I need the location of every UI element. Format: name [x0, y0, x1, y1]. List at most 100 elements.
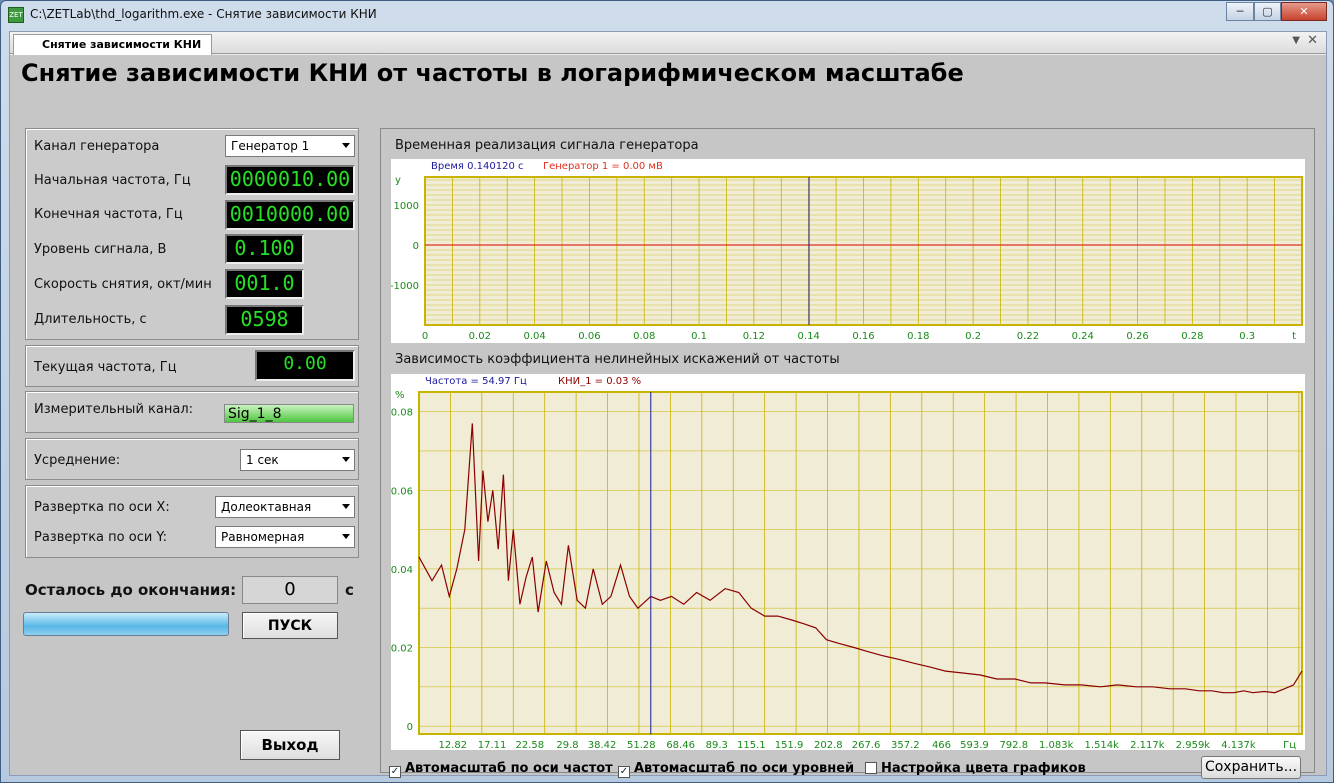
x-tick-label: 0.04 — [523, 331, 545, 342]
x-tick-label: 0 — [422, 331, 428, 342]
app-window: ZET C:\ZETLab\thd_logarithm.exe - Снятие… — [0, 0, 1334, 783]
x-tick-label: 1.083k — [1039, 740, 1074, 750]
remaining-unit: с — [345, 581, 354, 599]
end-freq-label: Конечная частота, Гц — [34, 207, 183, 222]
x-tick-label: 0.2 — [965, 331, 981, 342]
x-tick-label: 357.2 — [891, 740, 920, 750]
time-signal-chart[interactable]: 0 0.02 0.04 0.06 0.08 0.1 0.12 0.14 0.16 0.18 0.2 0… — [391, 159, 1305, 343]
x-sweep-label: Развертка по оси X: — [34, 500, 170, 515]
x-tick-label: 38.42 — [588, 740, 617, 750]
x-tick-label: 0.08 — [633, 331, 655, 342]
sweep-rate-field[interactable]: 001.0 — [225, 269, 304, 299]
averaging-select[interactable]: 1 сек — [240, 449, 355, 471]
x-tick-label: 12.82 — [438, 740, 467, 750]
y-sweep-select[interactable]: Равномерная — [215, 526, 355, 548]
y-sweep-value: Равномерная — [221, 530, 305, 544]
x-sweep-select[interactable]: Долеоктавная — [215, 496, 355, 518]
tab-close-icon[interactable]: ✕ — [1307, 33, 1318, 48]
x-tick-label: 0.3 — [1239, 331, 1255, 342]
check-icon: ✓ — [389, 766, 401, 778]
duration-field[interactable]: 0598 — [225, 305, 304, 335]
minimize-button[interactable]: ─ — [1226, 2, 1254, 21]
x-tick-label: 115.1 — [737, 740, 766, 750]
save-button[interactable]: Сохранить... — [1201, 756, 1301, 779]
duration-label: Длительность, с — [34, 312, 147, 327]
graph-colors-checkbox[interactable]: Настройка цвета графиков — [865, 761, 1086, 776]
x-axis-label: t — [1292, 331, 1296, 342]
x-tick-label: 29.8 — [556, 740, 578, 750]
autoscale-level-checkbox[interactable]: ✓ Автомасштаб по оси уровней — [618, 761, 854, 778]
current-freq-display: 0.00 — [255, 350, 355, 381]
main-panel: Снятие зависимости КНИ от частоты в лога… — [10, 55, 1326, 779]
x-tick-label: 0.14 — [798, 331, 820, 342]
series-readout: КНИ_1 = 0.03 % — [558, 376, 641, 387]
client-area: Снятие зависимости КНИ ▼ ✕ Снятие зависи… — [9, 31, 1327, 779]
page-title: Снятие зависимости КНИ от частоты в лога… — [21, 59, 964, 87]
close-button[interactable]: ✕ — [1281, 2, 1327, 21]
cursor-readout: Частота = 54.97 Гц — [425, 376, 527, 387]
measure-channel-selector[interactable]: Sig_1_8 — [224, 404, 354, 423]
x-tick-label: 0.16 — [852, 331, 874, 342]
checkbox-empty-icon — [865, 762, 877, 774]
graph-colors-label: Настройка цвета графиков — [881, 761, 1086, 776]
end-freq-field[interactable]: 0010000.00 — [225, 200, 355, 230]
remaining-label: Осталось до окончания: — [25, 581, 237, 599]
generator-channel-label: Канал генератора — [34, 139, 160, 154]
x-tick-label: 202.8 — [814, 740, 843, 750]
x-axis-label: Гц — [1283, 740, 1296, 750]
start-freq-label: Начальная частота, Гц — [34, 173, 191, 188]
y-tick-label: 0.04 — [391, 565, 413, 576]
x-tick-label: 68.46 — [666, 740, 695, 750]
tab-strip: Снятие зависимости КНИ ▼ ✕ — [10, 32, 1326, 55]
y-axis-label: % — [395, 390, 405, 401]
x-tick-label: 792.8 — [999, 740, 1028, 750]
x-tick-label: 4.137k — [1221, 740, 1256, 750]
y-tick-label: 0.02 — [391, 644, 413, 655]
maximize-button[interactable]: ▢ — [1254, 2, 1281, 21]
x-tick-label: 2.959k — [1176, 740, 1211, 750]
chevron-down-icon — [342, 143, 350, 148]
exit-button[interactable]: Выход — [240, 730, 340, 760]
remaining-value: 0 — [242, 576, 338, 604]
x-tick-label: 0.06 — [578, 331, 600, 342]
x-tick-label: 0.1 — [691, 331, 707, 342]
averaging-value: 1 сек — [246, 453, 279, 467]
generator-channel-select[interactable]: Генератор 1 — [225, 135, 355, 157]
y-tick-label: 0 — [413, 241, 419, 252]
tab-thd-measurement[interactable]: Снятие зависимости КНИ — [13, 34, 213, 55]
x-tick-label: 593.9 — [960, 740, 989, 750]
y-tick-label: 0.06 — [391, 486, 413, 497]
y-sweep-label: Развертка по оси Y: — [34, 530, 168, 545]
generator-settings-group: Канал генератора Генератор 1 Начальная ч… — [25, 128, 359, 340]
x-tick-label: 0.24 — [1072, 331, 1094, 342]
plot-area — [418, 391, 1303, 735]
x-tick-label: 2.117k — [1130, 740, 1165, 750]
x-tick-label: 89.3 — [706, 740, 728, 750]
window-title: C:\ZETLab\thd_logarithm.exe - Снятие зав… — [30, 7, 377, 21]
check-icon: ✓ — [618, 766, 630, 778]
x-tick-label: 51.28 — [627, 740, 656, 750]
chevron-down-icon — [342, 534, 350, 539]
averaging-group: Усреднение: 1 сек — [25, 438, 359, 480]
start-button[interactable]: ПУСК — [242, 612, 338, 639]
autoscale-level-label: Автомасштаб по оси уровней — [634, 761, 855, 776]
tab-list-arrow-icon[interactable]: ▼ — [1292, 35, 1300, 46]
x-tick-label: 0.02 — [469, 331, 491, 342]
start-freq-field[interactable]: 0000010.00 — [225, 165, 355, 195]
y-tick-label: 1000 — [394, 201, 419, 212]
autoscale-freq-label: Автомасштаб по оси частот — [405, 761, 613, 776]
charts-group: Временная реализация сигнала генератора … — [380, 128, 1315, 779]
x-tick-label: 0.28 — [1181, 331, 1203, 342]
cursor-readout: Время 0.140120 с — [431, 161, 524, 172]
autoscale-freq-checkbox[interactable]: ✓ Автомасштаб по оси частот — [389, 761, 613, 778]
time-chart-title: Временная реализация сигнала генератора — [395, 138, 699, 153]
x-tick-label: 17.11 — [478, 740, 507, 750]
x-tick-label: 0.26 — [1126, 331, 1148, 342]
y-axis-label: y — [395, 175, 401, 186]
title-bar[interactable]: ZET C:\ZETLab\thd_logarithm.exe - Снятие… — [1, 1, 1333, 29]
thd-frequency-chart[interactable]: 12.82 17.11 22.58 29.8 38.42 51.28 68.46 89.3 11… — [391, 374, 1305, 750]
x-tick-label: 466 — [932, 740, 951, 750]
signal-level-field[interactable]: 0.100 — [225, 234, 304, 264]
current-freq-label: Текущая частота, Гц — [34, 360, 177, 375]
x-tick-label: 0.22 — [1017, 331, 1039, 342]
